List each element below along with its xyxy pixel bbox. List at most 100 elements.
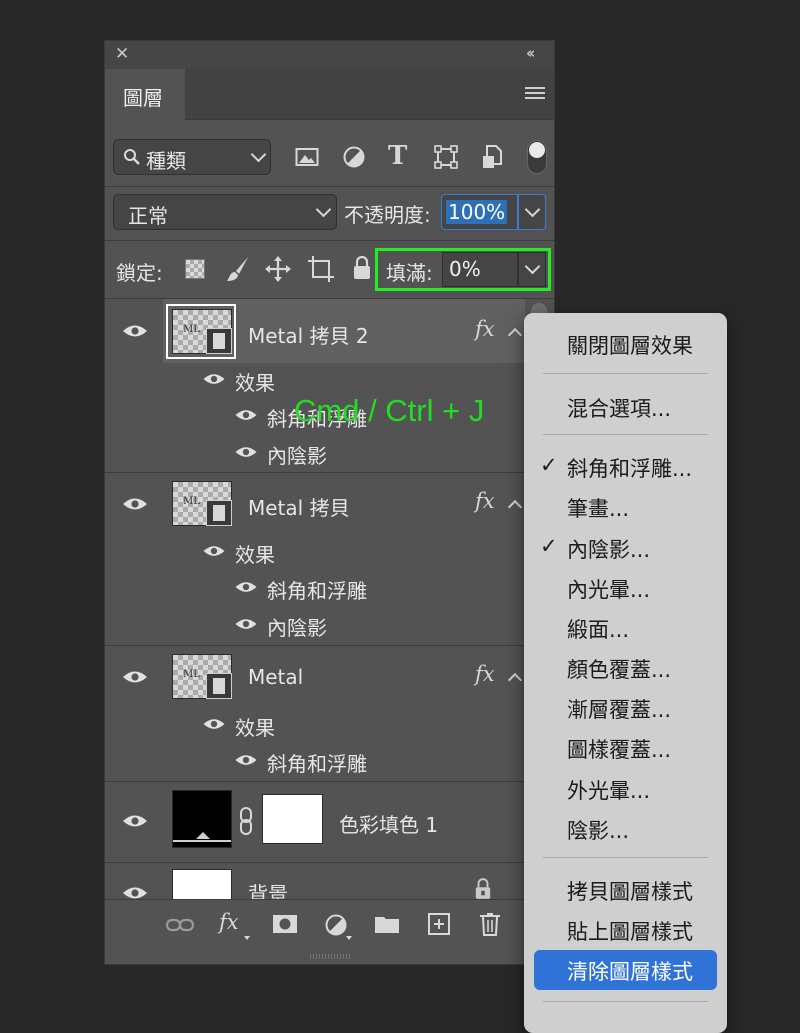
- menu-item-outer-glow[interactable]: 外光暈...: [567, 775, 650, 805]
- filter-kind-dropdown[interactable]: 種類: [113, 139, 271, 175]
- layer-row[interactable]: 背景: [105, 863, 525, 899]
- menu-item-copy-layer-style[interactable]: 拷貝圖層樣式: [567, 876, 693, 906]
- menu-item-disable-layer-effects[interactable]: 關閉圖層效果: [567, 330, 693, 360]
- smart-object-badge-icon: [206, 328, 232, 354]
- fill-input[interactable]: 0%: [442, 252, 518, 287]
- eye-visibility-icon[interactable]: [122, 813, 148, 829]
- layer-row[interactable]: ML Metal 拷貝 2 fx 效果 斜角和浮雕 內陰影: [105, 299, 525, 472]
- layer-row[interactable]: ML Metal 拷貝 fx 效果 斜角和浮雕 內陰影: [105, 473, 525, 645]
- eye-visibility-icon[interactable]: [122, 885, 148, 899]
- blend-mode-dropdown[interactable]: 正常: [113, 194, 337, 230]
- menu-item-clear-layer-style[interactable]: 清除圖層樣式: [567, 956, 693, 986]
- eye-visibility-icon[interactable]: [122, 496, 148, 512]
- menu-item-pattern-overlay[interactable]: 圖樣覆蓋...: [567, 734, 671, 764]
- menu-item-blending-options[interactable]: 混合選項...: [567, 393, 671, 423]
- menu-separator: [543, 857, 708, 858]
- menu-item-paste-layer-style[interactable]: 貼上圖層樣式: [567, 916, 693, 946]
- thumbnail-text: ML: [183, 496, 200, 507]
- lock-transparent-pixels-icon[interactable]: [185, 259, 205, 279]
- chevron-down-icon: [315, 201, 332, 218]
- lock-artboard-icon[interactable]: [307, 255, 335, 283]
- layer-name[interactable]: Metal: [248, 665, 303, 689]
- eye-visibility-icon[interactable]: [122, 669, 148, 685]
- layer-mask-thumbnail[interactable]: [262, 794, 323, 844]
- collapse-effects-icon[interactable]: [507, 672, 523, 688]
- new-adjustment-layer-icon[interactable]: [324, 913, 348, 937]
- layer-name[interactable]: Metal 拷貝 2: [248, 320, 369, 349]
- eye-visibility-icon[interactable]: [234, 580, 258, 594]
- eye-visibility-icon[interactable]: [234, 617, 258, 631]
- menu-item-stroke[interactable]: 筆畫...: [567, 493, 629, 523]
- menu-item-gradient-overlay[interactable]: 漸層覆蓋...: [567, 694, 671, 724]
- close-icon[interactable]: ✕: [115, 44, 129, 64]
- effect-item: 內陰影: [267, 616, 327, 640]
- delete-layer-trash-icon[interactable]: [479, 912, 501, 936]
- type-filter-icon[interactable]: T: [388, 141, 407, 171]
- menu-separator: [543, 373, 708, 374]
- new-group-folder-icon[interactable]: [374, 914, 400, 934]
- menu-item-bevel-emboss[interactable]: 斜角和浮雕...: [567, 453, 692, 483]
- lock-all-icon[interactable]: [352, 255, 372, 281]
- tab-layers[interactable]: 圖層: [105, 69, 185, 120]
- thumbnail-text: ML: [183, 669, 200, 680]
- panel-menu-icon[interactable]: [525, 87, 545, 101]
- eye-visibility-icon[interactable]: [202, 717, 226, 731]
- filter-toggle[interactable]: [527, 140, 547, 174]
- layer-name[interactable]: Metal 拷貝: [248, 492, 350, 521]
- opacity-dropdown-button[interactable]: [518, 194, 546, 230]
- fill-dropdown-button[interactable]: [518, 252, 546, 287]
- layer-name[interactable]: 色彩填色 1: [339, 809, 438, 838]
- eye-visibility-icon[interactable]: [234, 753, 258, 767]
- lock-image-pixels-icon[interactable]: [225, 255, 251, 283]
- fx-indicator-icon: fx: [475, 317, 495, 341]
- chevron-down-icon: [250, 146, 267, 163]
- image-filter-icon[interactable]: [295, 146, 319, 168]
- blend-mode-value: 正常: [128, 204, 168, 228]
- menu-item-drop-shadow[interactable]: 陰影...: [567, 815, 629, 845]
- eye-visibility-icon[interactable]: [122, 323, 148, 339]
- filter-kind-label: 種類: [146, 149, 186, 173]
- menu-item-clear-layer-style-highlight[interactable]: 清除圖層樣式: [534, 950, 717, 990]
- divider: [105, 240, 554, 241]
- add-mask-icon[interactable]: [272, 914, 298, 934]
- adjustment-filter-icon[interactable]: [342, 145, 366, 169]
- thumbnail-text: ML: [183, 324, 200, 335]
- link-layers-icon[interactable]: [165, 915, 195, 935]
- layer-thumbnail: ML: [172, 654, 232, 699]
- tab-layers-label: 圖層: [123, 86, 163, 110]
- eye-visibility-icon[interactable]: [234, 445, 258, 459]
- chevron-down-icon: [524, 201, 541, 218]
- collapse-effects-icon[interactable]: [507, 499, 523, 515]
- opacity-label: 不透明度:: [344, 203, 431, 227]
- panel-title-bar: [105, 41, 554, 69]
- layer-row[interactable]: ML Metal fx 效果 斜角和浮雕: [105, 646, 525, 781]
- layer-name[interactable]: 背景: [248, 878, 288, 899]
- lock-label: 鎖定:: [116, 261, 163, 285]
- chevron-down-icon: [524, 258, 541, 275]
- eye-visibility-icon[interactable]: [234, 408, 258, 422]
- menu-separator: [543, 434, 708, 435]
- shape-filter-icon[interactable]: [434, 145, 458, 169]
- opacity-input[interactable]: 100%: [441, 194, 518, 230]
- effects-group-label: 效果: [235, 543, 275, 567]
- smart-object-badge-icon: [206, 673, 232, 699]
- new-layer-icon[interactable]: [427, 912, 451, 936]
- menu-item-inner-glow[interactable]: 內光暈...: [567, 574, 650, 604]
- divider: [105, 186, 554, 187]
- layer-row[interactable]: 色彩填色 1: [105, 782, 525, 862]
- eye-visibility-icon[interactable]: [202, 372, 226, 386]
- eye-visibility-icon[interactable]: [202, 544, 226, 558]
- menu-item-inner-shadow[interactable]: 內陰影...: [567, 534, 650, 564]
- collapse-icon[interactable]: ‹‹: [526, 44, 536, 62]
- effects-group-label: 效果: [235, 716, 275, 740]
- smart-object-filter-icon[interactable]: [481, 144, 505, 170]
- lock-position-icon[interactable]: [264, 255, 292, 283]
- chain-link-icon[interactable]: [238, 806, 254, 836]
- fx-indicator-icon: fx: [475, 489, 495, 513]
- smart-object-badge-icon: [206, 500, 232, 526]
- resize-grip[interactable]: [310, 954, 350, 959]
- add-layer-style-icon[interactable]: fx: [219, 910, 239, 934]
- fill-layer-thumbnail: [172, 790, 232, 848]
- menu-item-satin[interactable]: 緞面...: [567, 614, 629, 644]
- menu-item-color-overlay[interactable]: 顏色覆蓋...: [567, 654, 671, 684]
